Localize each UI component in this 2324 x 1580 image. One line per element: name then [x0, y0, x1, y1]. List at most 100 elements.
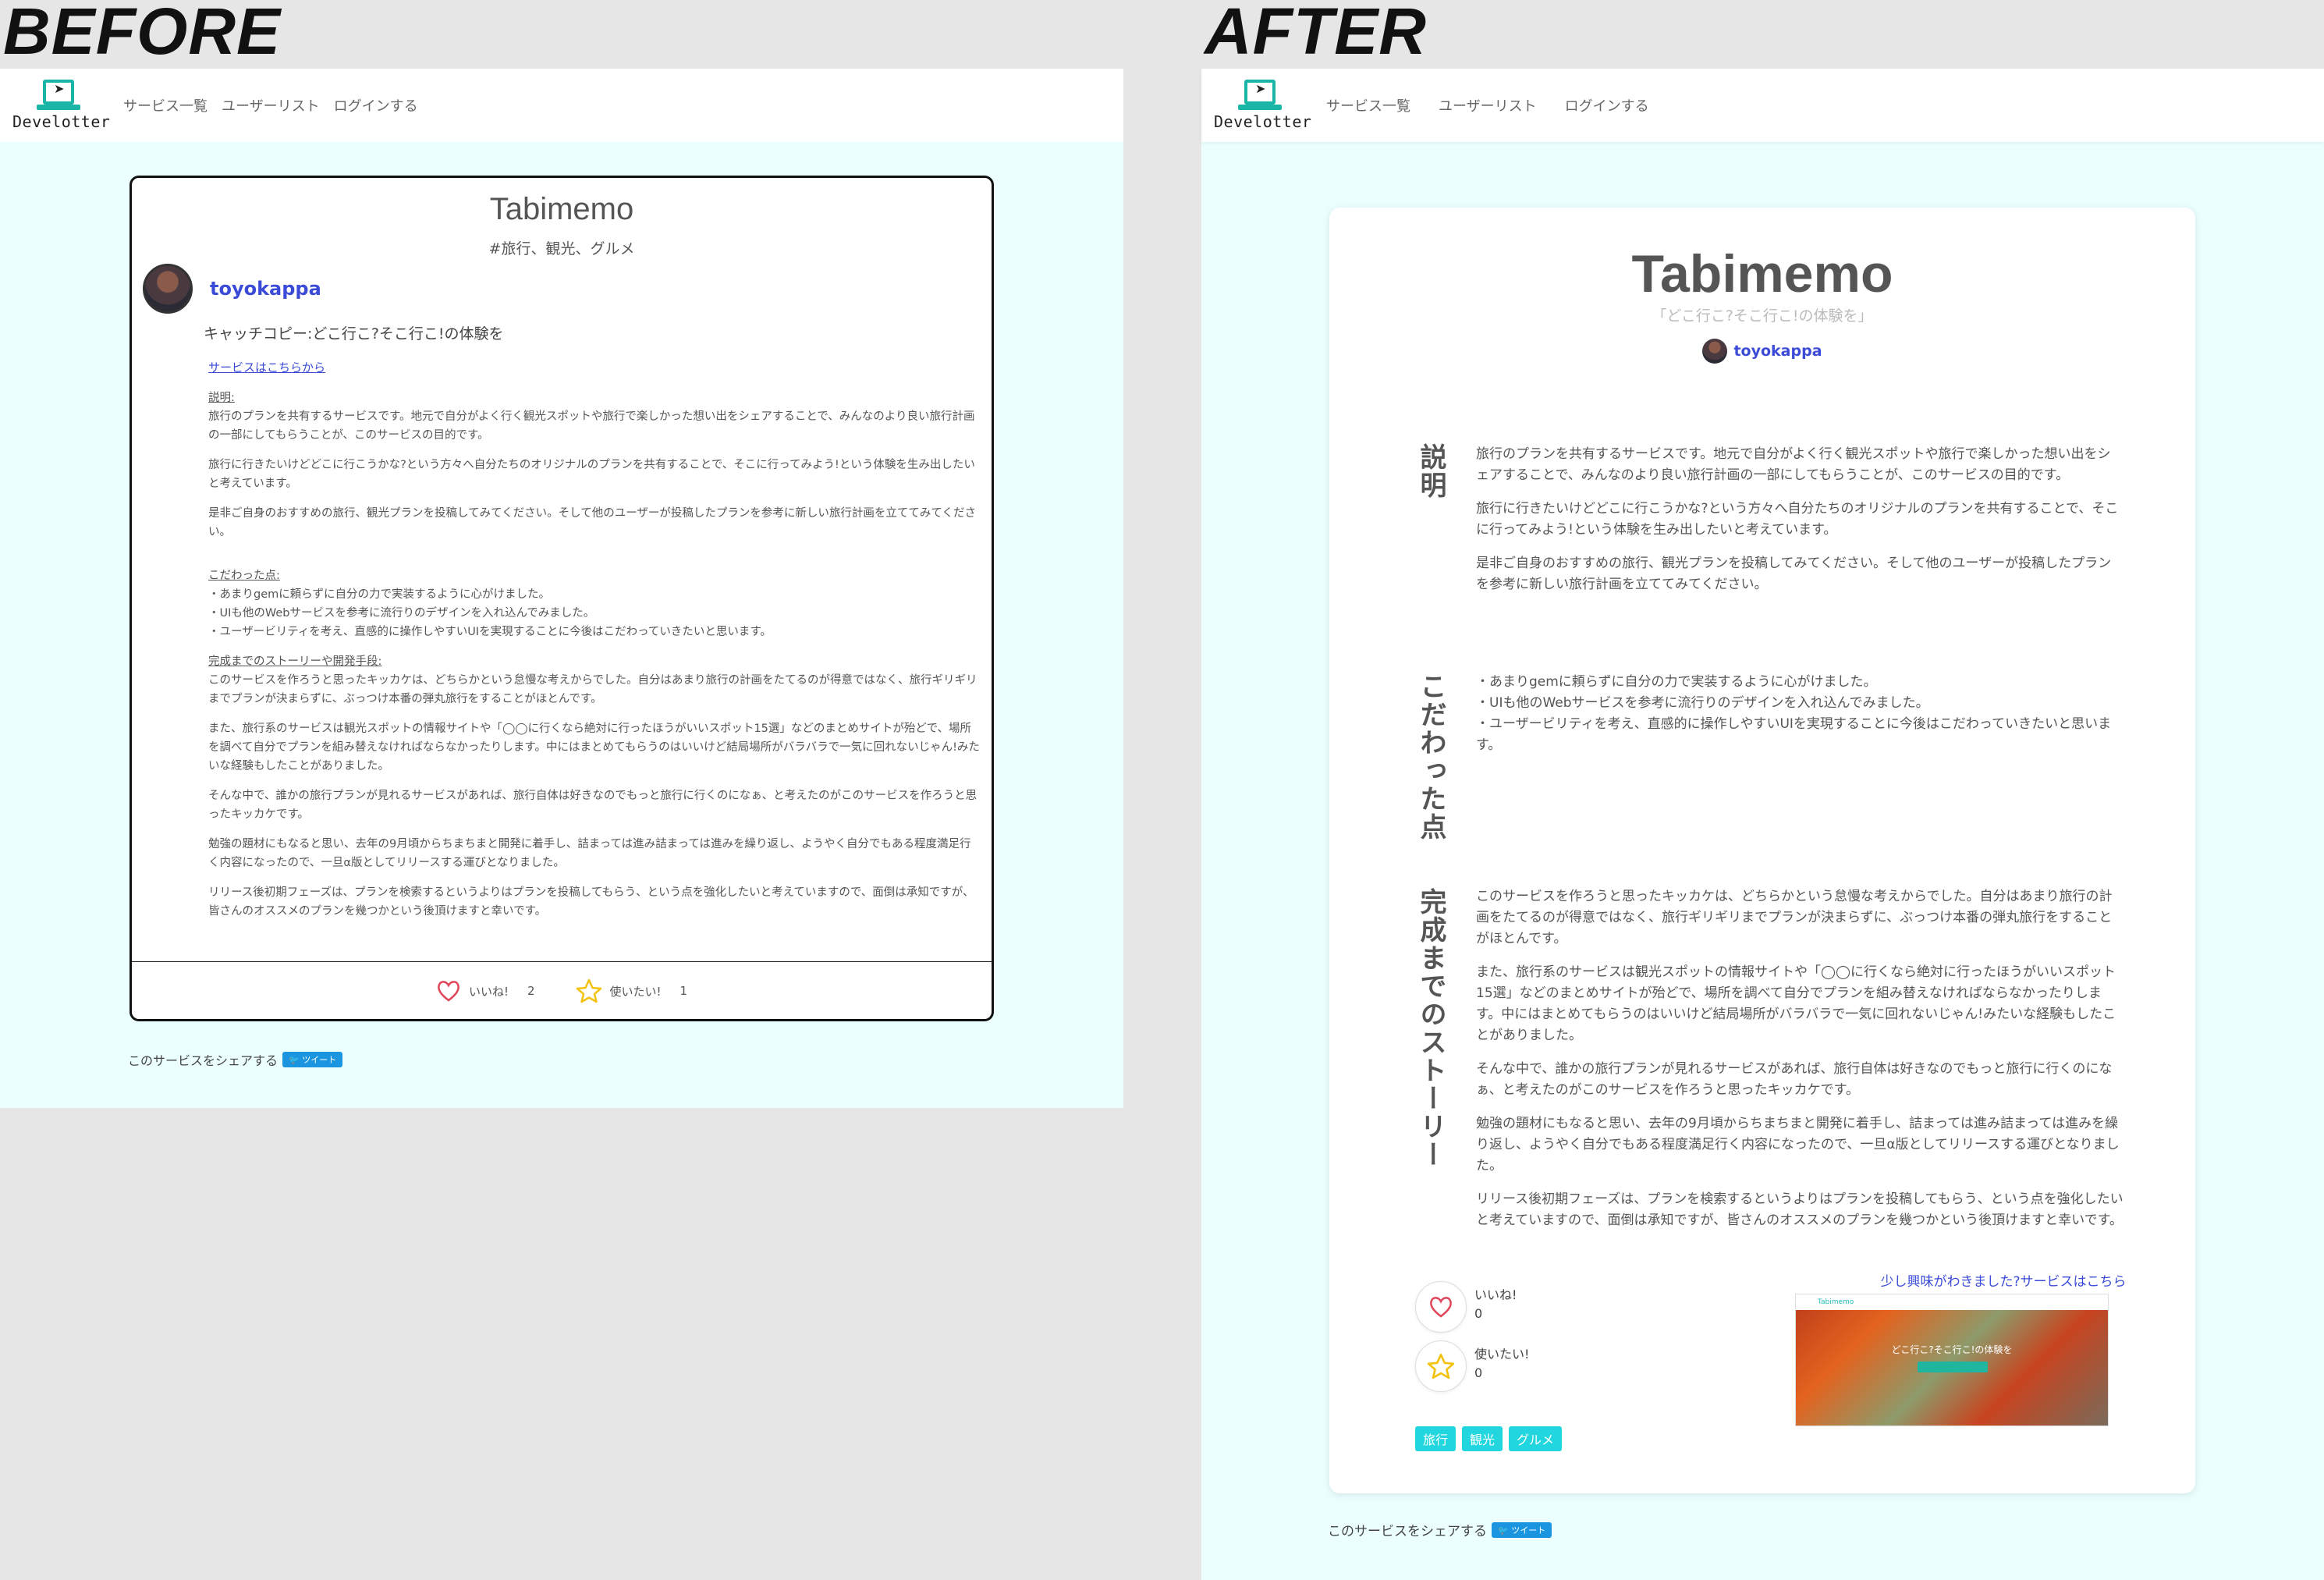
story-paragraph: また、旅行系のサービスは観光スポットの情報サイトや「◯◯に行くなら絶対に行ったほ…	[208, 723, 980, 772]
star-icon	[1427, 1353, 1455, 1379]
tag-chip[interactable]: 旅行	[1415, 1426, 1456, 1451]
story-paragraph: リリース後初期フェーズは、プランを検索するというよりはプランを投稿してもらう、と…	[208, 886, 974, 918]
story-paragraph: そんな中で、誰かの旅行プランが見れるサービスがあれば、旅行自体は好きなのでもっと…	[208, 790, 977, 821]
list-item: ・UIも他のWebサービスを参考に流行りのデザインを入れ込んでみました。	[1476, 695, 1929, 711]
service-tags: #旅行、観光、グルメ	[488, 240, 635, 257]
heart-icon	[1430, 1297, 1452, 1318]
before-label: BEFORE	[3, 0, 282, 68]
screenshot-header: Tabimemo	[1796, 1294, 2108, 1310]
want-count: 1	[679, 984, 688, 998]
user-row[interactable]: toyokappa	[1329, 339, 2195, 364]
service-screenshot[interactable]: Tabimemo どこ行こ?そこ行こ!の体験を	[1795, 1294, 2109, 1426]
want-label: 使いたい!	[1474, 1347, 1530, 1362]
share-label: このサービスをシェアする	[128, 1053, 279, 1068]
tag-chip[interactable]: グルメ	[1509, 1426, 1563, 1451]
story-heading: 完成までのストーリーや開発手段:	[208, 655, 382, 668]
nav-login[interactable]: ログインする	[334, 95, 418, 115]
cursor-icon: ➤	[54, 81, 65, 96]
story-section: このサービスを作ろうと思ったキッカケは、どちらかという怠慢な考えからでした。自分…	[1476, 886, 2124, 1244]
service-title: Tabimemo	[489, 192, 634, 226]
like-label: いいね!	[468, 984, 509, 999]
nav-users[interactable]: ユーザーリスト	[1439, 95, 1537, 115]
description-paragraph: 旅行に行きたいけどどこに行こうかな?という方々へ自分たちのオリジナルのプランを共…	[208, 459, 975, 490]
story-paragraph: 勉強の題材にもなると思い、去年の9月頃からちまちまと開発に着手し、詰まっては進み…	[208, 838, 971, 869]
nav-services[interactable]: サービス一覧	[123, 95, 208, 115]
service-title: Tabimemo	[1631, 244, 1893, 304]
share-row: このサービスをシェアする 🐦 ツイート	[128, 1050, 343, 1069]
like-group: いいね! 0	[1415, 1281, 1517, 1333]
description-paragraph: 是非ご自身のおすすめの旅行、観光プランを投稿してみてください。そして他のユーザー…	[1476, 556, 2112, 592]
want-group: 使いたい! 0	[1415, 1340, 1529, 1392]
story-paragraph: このサービスを作ろうと思ったキッカケは、どちらかという怠慢な考えからでした。自分…	[1476, 889, 2113, 946]
want-button[interactable]: 使いたい! 1	[576, 978, 688, 1003]
want-button[interactable]	[1415, 1340, 1467, 1392]
share-row: このサービスをシェアする 🐦 ツイート	[1328, 1520, 1552, 1539]
divider	[132, 961, 992, 962]
story-paragraph: また、旅行系のサービスは観光スポットの情報サイトや「◯◯に行くなら絶対に行ったほ…	[1476, 964, 2116, 1043]
like-label: いいね!	[1474, 1287, 1517, 1302]
service-body: 説明: 旅行のプランを共有するサービスです。地元で自分がよく行く観光スポットや旅…	[208, 389, 981, 932]
story-paragraph: このサービスを作ろうと思ったキッカケは、どちらかという怠慢な考えからでした。自分…	[208, 674, 977, 705]
cursor-icon: ➤	[1255, 81, 1266, 96]
story-paragraph: リリース後初期フェーズは、プランを検索するというよりはプランを投稿してもらう、と…	[1476, 1191, 2124, 1228]
top-nav: ➤ Develotter サービス一覧 ユーザーリスト ログインする	[0, 69, 1123, 142]
brand-name: Develotter	[1214, 112, 1312, 131]
top-nav: ➤ Develotter サービス一覧 ユーザーリスト ログインする	[1201, 69, 2324, 142]
brand-logo[interactable]: ➤ Develotter	[1201, 69, 1311, 142]
before-pane: ➤ Develotter サービス一覧 ユーザーリスト ログインする Tabim…	[0, 69, 1123, 1108]
tweet-button[interactable]: 🐦 ツイート	[282, 1052, 343, 1067]
list-item: ・UIも他のWebサービスを参考に流行りのデザインを入れ込んでみました。	[208, 607, 595, 620]
nav-login[interactable]: ログインする	[1565, 95, 1649, 115]
like-button[interactable]: いいね! 2	[436, 979, 535, 1003]
list-item: ・ユーザービリティを考え、直感的に操作しやすいUIを実現することに今後はこだわっ…	[208, 626, 772, 638]
tag-chip[interactable]: 観光	[1462, 1426, 1503, 1451]
after-pane: ➤ Develotter サービス一覧 ユーザーリスト ログインする Tabim…	[1201, 69, 2324, 1580]
description-heading: 説明	[1415, 443, 1446, 499]
description-paragraph: 是非ご自身のおすすめの旅行、観光プランを投稿してみてください。そして他のユーザー…	[208, 507, 976, 538]
description-paragraph: 旅行のプランを共有するサービスです。地元で自分がよく行く観光スポットや旅行で楽し…	[1476, 446, 2111, 483]
like-button[interactable]	[1415, 1281, 1467, 1333]
screenshot-button	[1918, 1362, 1988, 1372]
after-label: AFTER	[1205, 0, 1427, 68]
catchcopy: 「どこ行こ?そこ行こ!の体験を」	[1652, 307, 1873, 325]
service-link[interactable]: 少し興味がわきました?サービスはこちら	[1847, 1270, 2159, 1290]
avatar[interactable]	[1702, 339, 1728, 364]
brand-logo[interactable]: ➤ Develotter	[0, 69, 111, 142]
user-link[interactable]: toyokappa	[210, 278, 321, 300]
screenshot-caption: どこ行こ?そこ行こ!の体験を	[1891, 1344, 2013, 1355]
avatar[interactable]	[143, 264, 193, 314]
story-heading: 完成までのストーリー	[1415, 888, 1446, 1169]
description-paragraph: 旅行のプランを共有するサービスです。地元で自分がよく行く観光スポットや旅行で楽し…	[208, 410, 975, 442]
points-section: ・あまりgemに頼らずに自分の力で実装するように心がけました。 ・UIも他のWe…	[1476, 672, 2124, 756]
nav-users[interactable]: ユーザーリスト	[222, 95, 320, 115]
brand-name: Develotter	[12, 112, 111, 131]
nav-services[interactable]: サービス一覧	[1326, 95, 1410, 115]
service-card: Tabimemo 「どこ行こ?そこ行こ!の体験を」 toyokappa 説明 旅…	[1329, 208, 2195, 1493]
description-heading: 説明:	[208, 392, 235, 404]
reaction-bar: いいね! 2 使いたい! 1	[132, 978, 992, 1003]
service-link[interactable]: サービスはこちらから	[208, 359, 325, 375]
catchcopy: キャッチコピー:どこ行こ?そこ行こ!の体験を	[204, 325, 504, 343]
star-icon	[576, 978, 601, 1003]
user-link[interactable]: toyokappa	[1733, 343, 1822, 360]
screenshot-brand: Tabimemo	[1818, 1298, 1854, 1306]
tag-list: 旅行 観光 グルメ	[1415, 1426, 1563, 1451]
like-count: 2	[527, 984, 535, 998]
list-item: ・あまりgemに頼らずに自分の力で実装するように心がけました。	[208, 588, 550, 601]
story-paragraph: そんな中で、誰かの旅行プランが見れるサービスがあれば、旅行自体は好きなのでもっと…	[1476, 1061, 2113, 1098]
points-list: ・あまりgemに頼らずに自分の力で実装するように心がけました。 ・UIも他のWe…	[208, 585, 981, 641]
tweet-button[interactable]: 🐦 ツイート	[1492, 1521, 1552, 1538]
share-label: このサービスをシェアする	[1328, 1524, 1487, 1539]
list-item: ・あまりgemに頼らずに自分の力で実装するように心がけました。	[1476, 674, 1877, 690]
service-card: Tabimemo #旅行、観光、グルメ toyokappa キャッチコピー:どこ…	[130, 176, 994, 1021]
story-paragraph: 勉強の題材にもなると思い、去年の9月頃からちまちまと開発に着手し、詰まっては進み…	[1476, 1116, 2120, 1173]
heart-icon	[438, 981, 459, 1002]
want-label: 使いたい!	[609, 984, 662, 999]
description-section: 旅行のプランを共有するサービスです。地元で自分がよく行く観光スポットや旅行で楽し…	[1476, 444, 2124, 608]
want-count: 0	[1474, 1365, 1483, 1380]
points-heading: こだわった点	[1415, 673, 1446, 841]
list-item: ・ユーザービリティを考え、直感的に操作しやすいUIを実現することに今後はこだわっ…	[1476, 716, 2112, 753]
points-heading: こだわった点:	[208, 570, 280, 582]
description-paragraph: 旅行に行きたいけどどこに行こうかな?という方々へ自分たちのオリジナルのプランを共…	[1476, 501, 2119, 538]
like-count: 0	[1474, 1306, 1483, 1321]
